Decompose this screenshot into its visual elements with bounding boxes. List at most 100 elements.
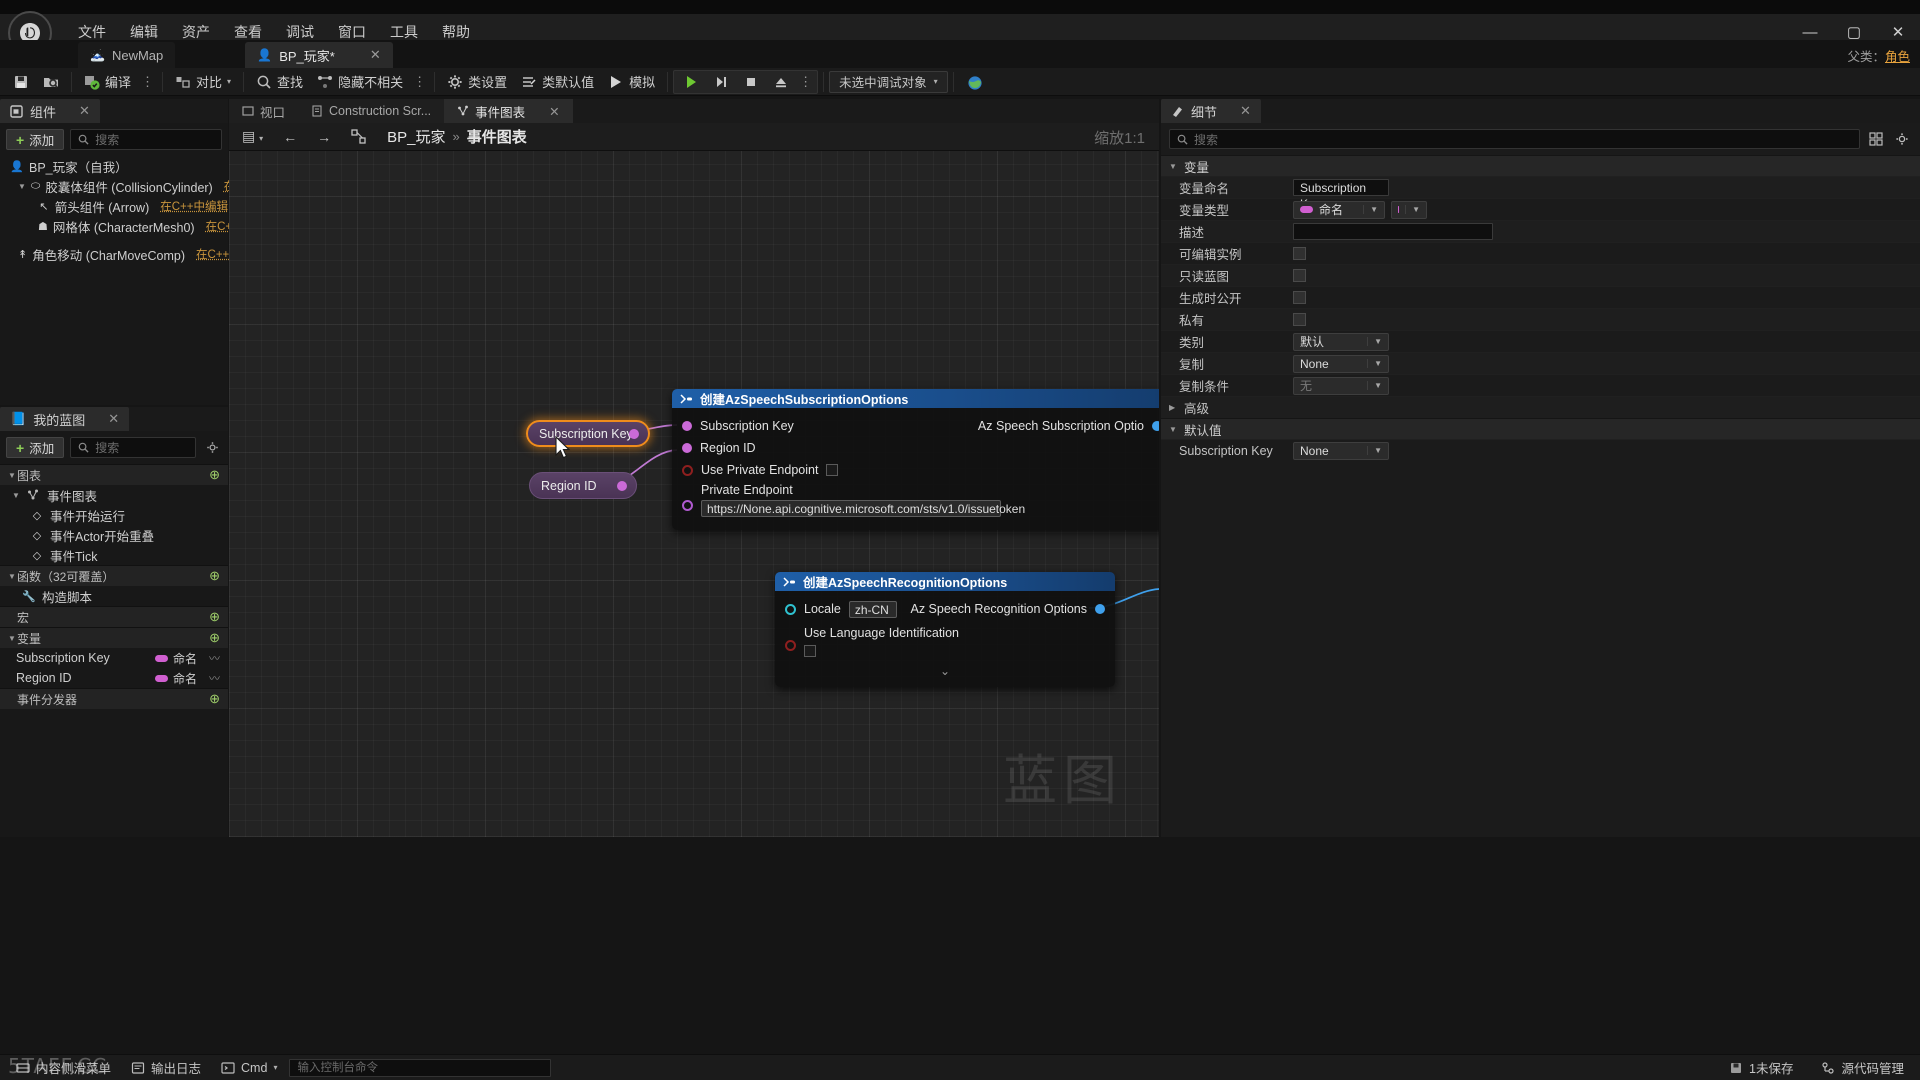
- details-panel-tab[interactable]: 细节 ✕: [1161, 99, 1261, 123]
- graph-canvas[interactable]: Subscription Key Region ID 创建AzSpeechSub…: [229, 151, 1159, 837]
- caret-icon[interactable]: ▼: [12, 491, 21, 500]
- details-section-default-value[interactable]: ▼ 默认值: [1161, 418, 1920, 439]
- expose-on-spawn-checkbox[interactable]: [1293, 291, 1306, 304]
- play-options-button[interactable]: ⋮: [796, 74, 815, 90]
- caret-right-icon[interactable]: ▶: [1169, 403, 1178, 412]
- caret-icon[interactable]: ▼: [1169, 425, 1178, 434]
- component-row-capsule[interactable]: ▼ ⬭ 胶囊体组件 (CollisionCylinder) 在C++: [0, 176, 257, 196]
- section-variables[interactable]: ▼ 变量 ⊕: [0, 627, 228, 648]
- component-row-root[interactable]: 👤 BP_玩家（自我）: [0, 156, 228, 176]
- close-icon[interactable]: ✕: [108, 411, 119, 427]
- add-function-button[interactable]: ⊕: [209, 568, 220, 584]
- caret-icon[interactable]: ▼: [8, 572, 17, 581]
- node-create-recognition-options[interactable]: 创建AzSpeechRecognitionOptions Locale zh-C…: [775, 572, 1115, 687]
- component-cpp-link[interactable]: 在C++中编辑: [160, 198, 228, 214]
- construction-script-row[interactable]: 🔧 构造脚本: [0, 586, 228, 606]
- caret-icon[interactable]: ▼: [8, 634, 17, 643]
- hide-unrelated-button[interactable]: 隐藏不相关: [310, 69, 410, 95]
- caret-icon[interactable]: ▼: [1169, 162, 1178, 171]
- node-expander-button[interactable]: ⌄: [775, 662, 1115, 678]
- description-input[interactable]: [1293, 223, 1493, 240]
- component-row-movement[interactable]: ↟ 角色移动 (CharMoveComp) 在C++中: [0, 244, 241, 264]
- class-settings-button[interactable]: 类设置: [440, 69, 514, 95]
- close-icon[interactable]: ✕: [79, 103, 90, 119]
- diff-button[interactable]: 对比 ▾: [168, 69, 238, 95]
- browse-button[interactable]: [36, 69, 66, 95]
- output-log-button[interactable]: 输出日志: [123, 1058, 209, 1078]
- unsaved-button[interactable]: 1未保存: [1721, 1058, 1801, 1078]
- event-beginplay-row[interactable]: ◇ 事件开始运行: [0, 505, 228, 525]
- add-blueprint-item-button[interactable]: + 添加: [6, 437, 65, 458]
- close-icon[interactable]: ✕: [1240, 103, 1251, 119]
- add-event-dispatcher-button[interactable]: ⊕: [209, 691, 220, 707]
- use-private-endpoint-checkbox[interactable]: [826, 464, 839, 476]
- debug-object-combo[interactable]: 未选中调试对象 ▾: [829, 70, 948, 93]
- locale-input[interactable]: zh-CN: [848, 600, 897, 618]
- private-checkbox[interactable]: [1293, 313, 1306, 326]
- input-pin-locale[interactable]: [785, 603, 796, 615]
- event-tick-row[interactable]: ◇ 事件Tick: [0, 545, 228, 565]
- details-search-input[interactable]: 搜索: [1169, 129, 1860, 149]
- play-button[interactable]: [676, 69, 706, 95]
- gear-icon[interactable]: [1892, 129, 1912, 149]
- category-combo[interactable]: 默认 ▼: [1293, 332, 1389, 351]
- node-get-region-id[interactable]: Region ID: [529, 472, 637, 499]
- input-pin-region-id[interactable]: [682, 443, 692, 453]
- variable-name-input[interactable]: Subscription Key: [1293, 179, 1389, 211]
- cmd-button[interactable]: Cmd ▾: [213, 1058, 285, 1078]
- replication-condition-combo[interactable]: 无 ▼: [1293, 376, 1389, 395]
- tab-bp-player[interactable]: 👤 BP_玩家* ✕: [245, 42, 393, 68]
- close-icon[interactable]: ✕: [549, 104, 559, 119]
- input-pin-use-language-identification[interactable]: [785, 640, 796, 651]
- source-control-button[interactable]: 源代码管理: [1813, 1058, 1912, 1078]
- variable-visibility-icon[interactable]: 〰: [209, 650, 220, 666]
- compile-button[interactable]: 编译: [77, 69, 138, 95]
- input-pin-subscription-key[interactable]: [682, 421, 692, 431]
- save-button[interactable]: [6, 69, 36, 95]
- find-button[interactable]: 查找: [249, 69, 310, 95]
- variable-type-combo[interactable]: 命名 ▼: [1293, 200, 1385, 219]
- default-subscription-key-combo[interactable]: None ▼: [1293, 441, 1389, 460]
- component-row-arrow[interactable]: ↖ 箭头组件 (Arrow) 在C++中编辑: [0, 196, 228, 216]
- row-advanced[interactable]: ▶ 高级: [1161, 396, 1920, 418]
- console-command-input[interactable]: 输入控制台命令: [289, 1058, 552, 1077]
- caret-icon[interactable]: ▼: [18, 182, 26, 191]
- node-create-subscription-options[interactable]: 创建AzSpeechSubscriptionOptions Subscripti…: [672, 389, 1159, 530]
- use-language-identification-checkbox[interactable]: [804, 645, 816, 657]
- instance-editable-checkbox[interactable]: [1293, 247, 1306, 260]
- platforms-button[interactable]: [959, 69, 989, 95]
- stop-button[interactable]: [736, 69, 766, 95]
- myblueprint-settings-button[interactable]: [202, 438, 222, 458]
- event-graph-row[interactable]: ▼ 事件图表: [0, 485, 228, 505]
- tab-viewport[interactable]: 视口: [229, 99, 299, 123]
- close-icon[interactable]: ✕: [370, 47, 381, 63]
- step-button[interactable]: [706, 69, 736, 95]
- add-component-button[interactable]: + 添加: [6, 129, 65, 150]
- section-functions[interactable]: ▼ 函数（32可覆盖） ⊕: [0, 565, 228, 586]
- node-get-subscription-key[interactable]: Subscription Key: [526, 420, 650, 447]
- event-actorbeginoverlap-row[interactable]: ◇ 事件Actor开始重叠: [0, 525, 228, 545]
- input-pin-private-endpoint[interactable]: [682, 500, 693, 511]
- variable-visibility-icon[interactable]: 〰: [209, 670, 220, 686]
- section-event-dispatchers[interactable]: ▼ 事件分发器 ⊕: [0, 688, 228, 709]
- details-section-variable[interactable]: ▼ 变量: [1161, 155, 1920, 176]
- variable-container-combo[interactable]: ▼: [1391, 200, 1427, 219]
- output-pin-struct[interactable]: [1152, 421, 1159, 431]
- add-graph-button[interactable]: ⊕: [209, 467, 220, 483]
- output-pin-struct[interactable]: [1095, 604, 1105, 614]
- output-pin-name[interactable]: [629, 428, 639, 439]
- myblueprint-search-input[interactable]: 搜索: [70, 437, 196, 458]
- add-macro-button[interactable]: ⊕: [209, 609, 220, 625]
- nav-forward-button[interactable]: →: [312, 127, 336, 147]
- compile-options-button[interactable]: ⋮: [138, 74, 157, 90]
- section-macros[interactable]: ▼ 宏 ⊕: [0, 606, 228, 627]
- graph-menu-button[interactable]: ▤ ▾: [237, 126, 268, 147]
- tab-newmap[interactable]: 🗻 NewMap: [78, 42, 176, 68]
- simulate-button[interactable]: 模拟: [601, 69, 662, 95]
- tab-construction-script[interactable]: Construction Scr...: [298, 99, 445, 123]
- tab-event-graph[interactable]: 事件图表 ✕: [444, 99, 573, 123]
- variable-row-region-id[interactable]: Region ID 命名 〰: [0, 668, 228, 688]
- add-variable-button[interactable]: ⊕: [209, 630, 220, 646]
- breadcrumb-root[interactable]: BP_玩家: [387, 126, 445, 147]
- home-icon[interactable]: [346, 127, 371, 146]
